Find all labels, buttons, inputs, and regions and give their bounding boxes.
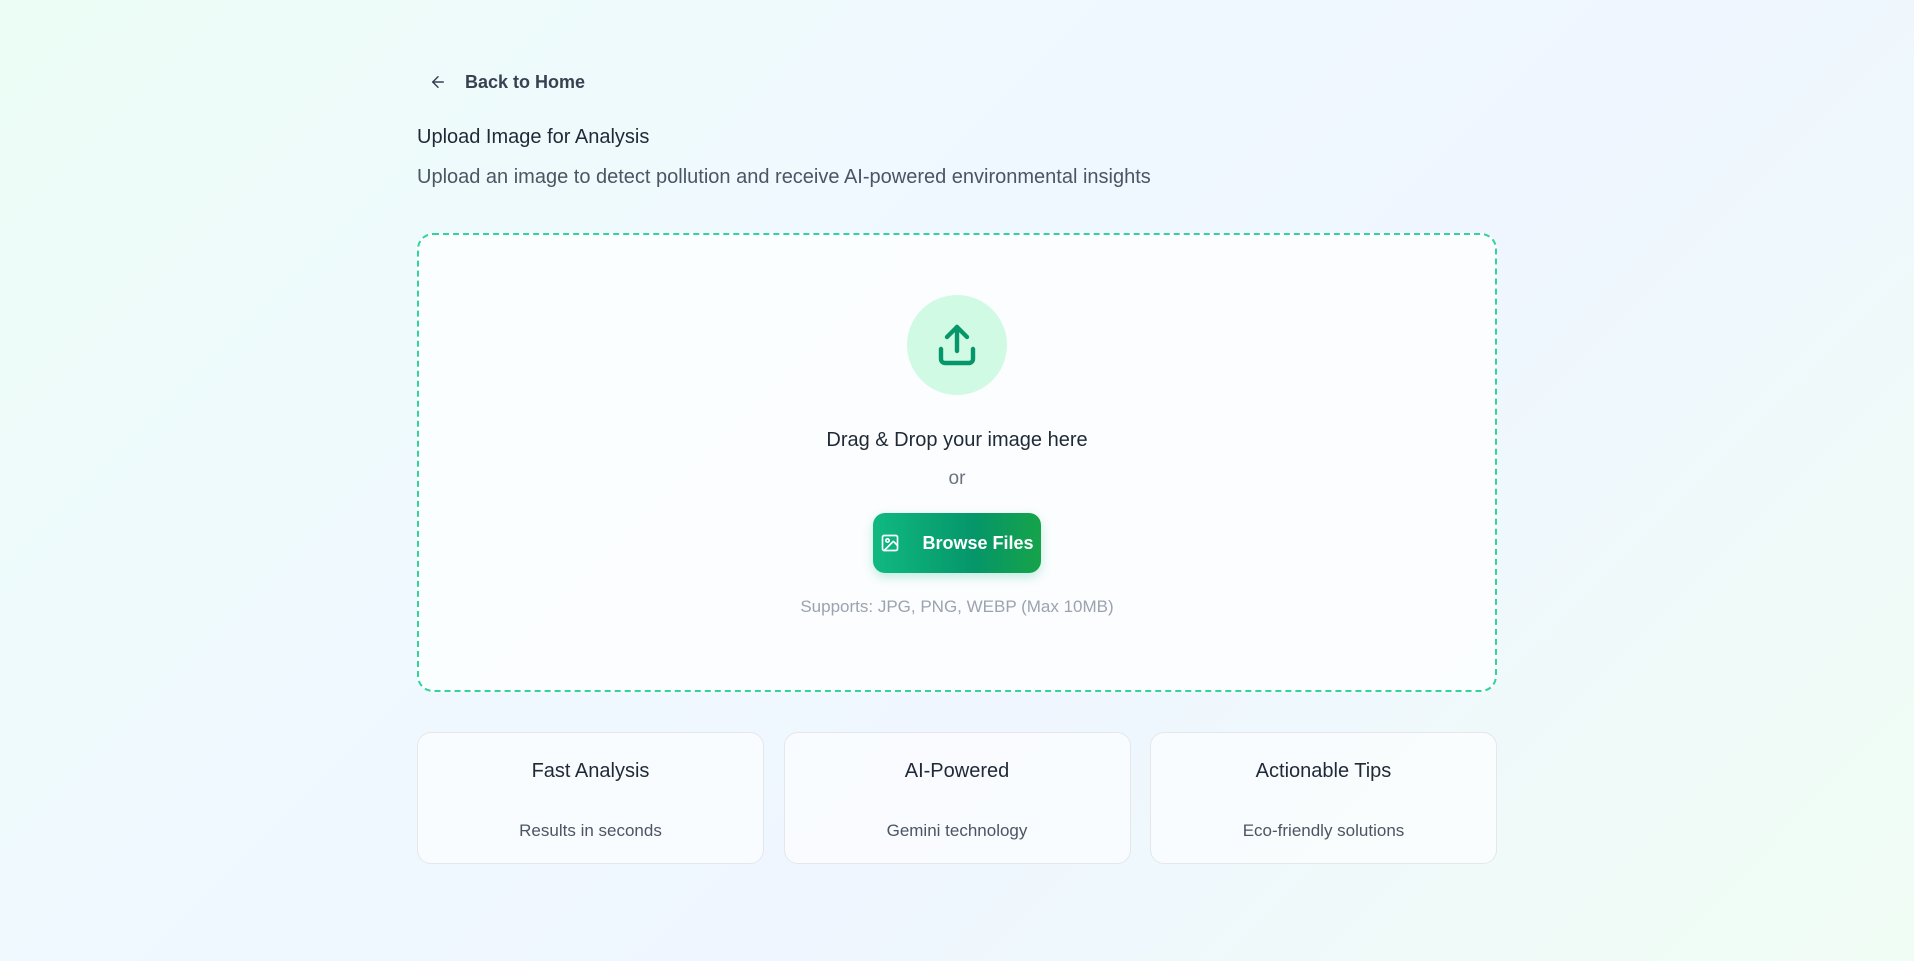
upload-icon	[933, 321, 981, 369]
browse-files-label: Browse Files	[922, 532, 1034, 553]
feature-description: Eco-friendly solutions	[1242, 821, 1405, 840]
back-to-home-link[interactable]: Back to Home	[417, 62, 597, 102]
drag-drop-text: Drag & Drop your image here	[826, 429, 1088, 451]
upload-dropzone[interactable]: Drag & Drop your image here or Browse Fi…	[417, 233, 1497, 692]
feature-card-ai-powered: AI-Powered Gemini technology	[783, 732, 1131, 864]
feature-title: Actionable Tips	[1255, 760, 1392, 782]
feature-title: AI-Powered	[904, 760, 1010, 782]
feature-card-fast-analysis: Fast Analysis Results in seconds	[417, 732, 764, 864]
page-title: Upload Image for Analysis	[417, 126, 650, 148]
or-text: or	[948, 468, 966, 489]
features-row: Fast Analysis Results in seconds AI-Powe…	[417, 732, 1497, 864]
upload-icon-circle	[907, 295, 1007, 395]
arrow-left-icon	[429, 73, 447, 91]
image-icon	[880, 533, 900, 553]
page-subtitle: Upload an image to detect pollution and …	[417, 166, 1151, 188]
feature-description: Gemini technology	[886, 821, 1028, 840]
feature-title: Fast Analysis	[531, 760, 650, 782]
feature-description: Results in seconds	[519, 821, 662, 840]
back-link-label: Back to Home	[465, 71, 586, 92]
supported-formats-text: Supports: JPG, PNG, WEBP (Max 10MB)	[800, 597, 1114, 616]
feature-card-actionable-tips: Actionable Tips Eco-friendly solutions	[1150, 732, 1497, 864]
browse-files-button[interactable]: Browse Files	[873, 513, 1041, 573]
